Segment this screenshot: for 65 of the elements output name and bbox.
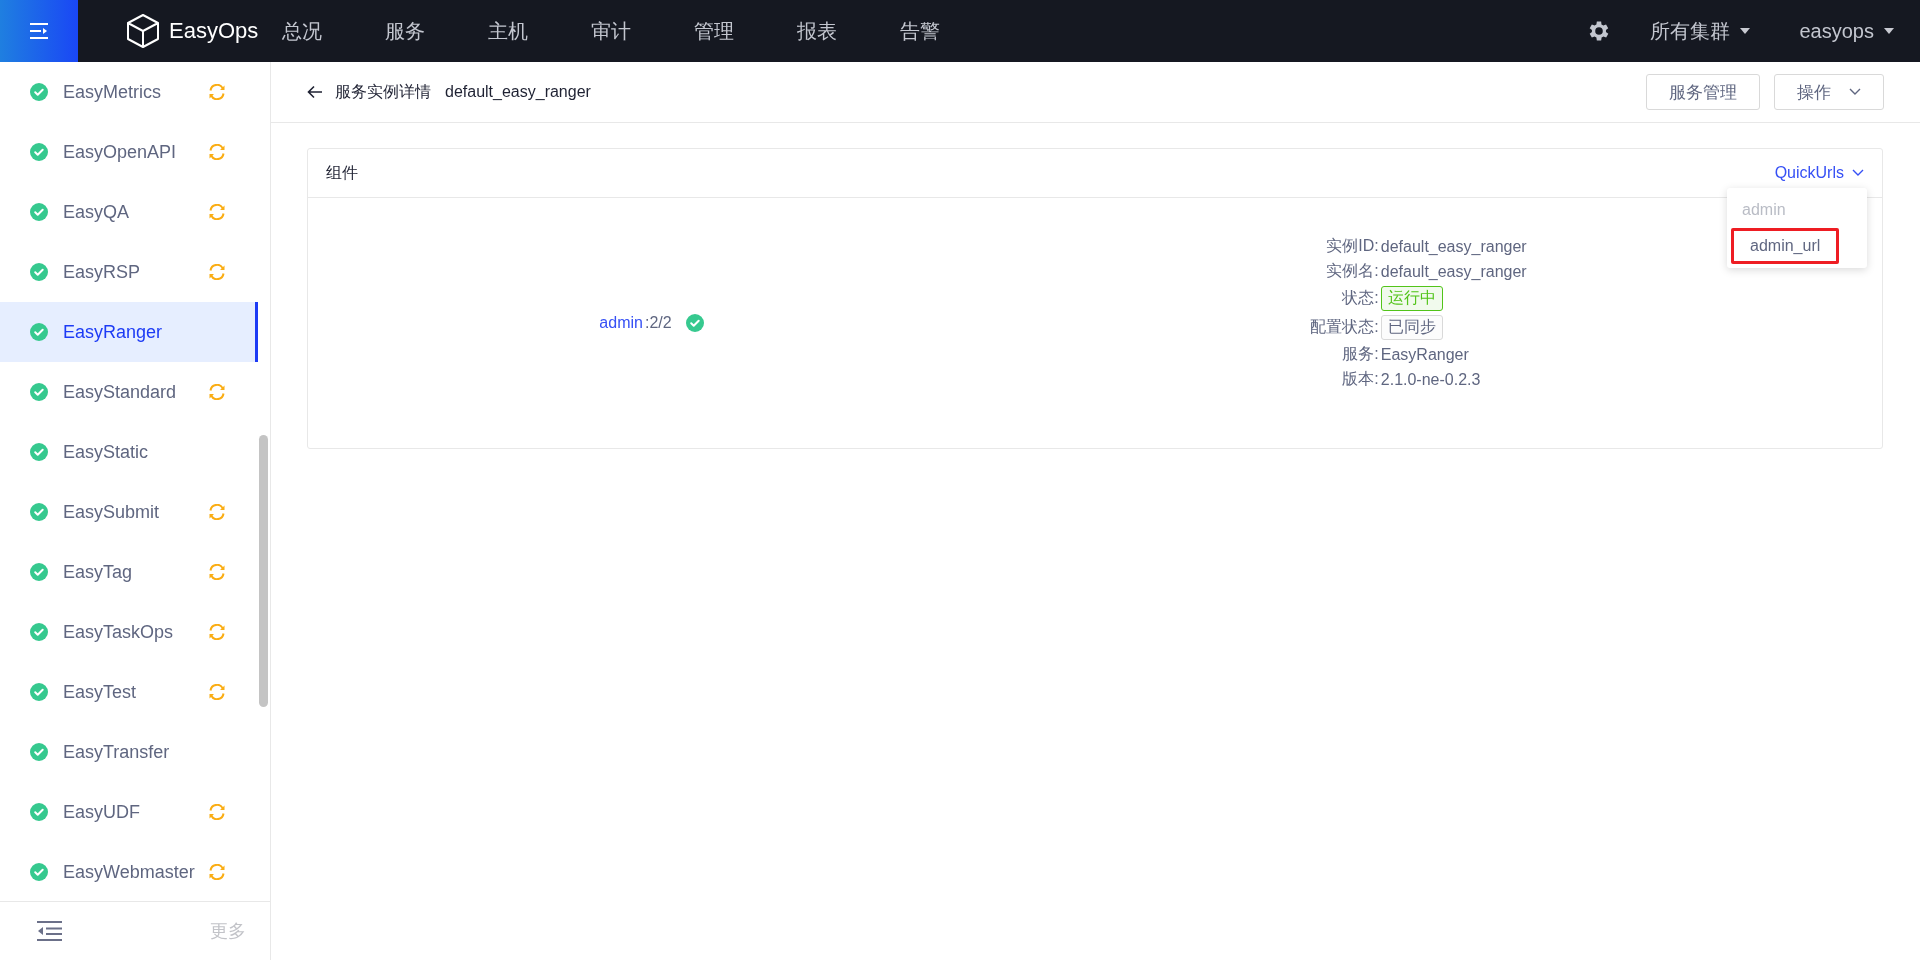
detail-value: default_easy_ranger: [1380, 237, 1527, 256]
sidebar-item[interactable]: EasyUDF: [0, 782, 258, 842]
sync-icon: [208, 864, 226, 880]
sync-icon: [208, 684, 226, 700]
back-arrow-icon[interactable]: [307, 85, 323, 99]
sidebar-item[interactable]: EasySubmit: [0, 482, 258, 542]
nav-item[interactable]: 主机: [456, 17, 560, 45]
component-count: :2/2: [644, 314, 672, 331]
menu-button[interactable]: [0, 0, 78, 62]
sidebar-item[interactable]: EasyRanger: [0, 302, 258, 362]
detail-label: 服务:: [1341, 344, 1379, 364]
sidebar-item[interactable]: EasyStandard: [0, 362, 258, 422]
menu-icon: [29, 22, 49, 40]
status-tag: 已同步: [1380, 315, 1443, 340]
actions-dropdown[interactable]: 操作: [1774, 74, 1884, 110]
card-title: 组件: [326, 162, 358, 183]
collapse-menu-icon[interactable]: [37, 921, 62, 941]
quick-urls-dropdown[interactable]: QuickUrls: [1774, 164, 1864, 182]
detail-label: 配置状态:: [1310, 317, 1379, 337]
menu-item[interactable]: admin_url: [1731, 228, 1840, 264]
user-dropdown[interactable]: easyops: [1799, 19, 1894, 43]
sidebar-item[interactable]: EasyTag: [0, 542, 258, 602]
page-title: 服务实例详情: [335, 81, 431, 102]
sidebar-item[interactable]: EasyRSP: [0, 242, 258, 302]
sync-icon: [208, 144, 226, 160]
cluster-dropdown[interactable]: 所有集群: [1649, 17, 1750, 45]
detail-value: EasyRanger: [1380, 345, 1470, 364]
sync-icon: [208, 384, 226, 400]
nav-item[interactable]: 管理: [662, 17, 766, 45]
nav-item[interactable]: 审计: [559, 17, 663, 45]
nav-item[interactable]: 报表: [765, 17, 869, 45]
chevron-down-icon: [1849, 88, 1861, 96]
caret-icon: [1739, 28, 1750, 34]
chevron-down-icon: [1852, 169, 1864, 177]
sync-icon: [208, 204, 226, 220]
detail-label: 状态:: [1341, 288, 1379, 308]
detail-value: default_easy_ranger: [1380, 262, 1527, 281]
status-tag: 运行中: [1380, 286, 1443, 311]
sidebar-item[interactable]: EasyMetrics: [0, 62, 258, 122]
sync-icon: [208, 624, 226, 640]
cube-icon: [125, 13, 161, 49]
detail-value: 2.1.0-ne-0.2.3: [1380, 370, 1482, 389]
scrollbar-thumb[interactable]: [259, 435, 268, 707]
nav-item[interactable]: 告警: [868, 17, 972, 45]
sidebar-item[interactable]: EasyQA: [0, 182, 258, 242]
sync-icon: [208, 84, 226, 100]
sync-icon: [208, 504, 226, 520]
detail-label: 实例名:: [1325, 261, 1379, 281]
detail-label: 版本:: [1341, 369, 1379, 389]
sidebar-item[interactable]: EasyTaskOps: [0, 602, 258, 662]
sidebar-item[interactable]: EasyTest: [0, 662, 258, 722]
sidebar-item[interactable]: EasyWebmaster: [0, 842, 258, 901]
sync-icon: [208, 564, 226, 580]
instance-name: default_easy_ranger: [445, 83, 591, 101]
component-link[interactable]: admin: [599, 314, 643, 331]
sidebar-item[interactable]: EasyStatic: [0, 422, 258, 482]
sync-icon: [208, 264, 226, 280]
sidebar-item[interactable]: EasyOpenAPI: [0, 122, 258, 182]
nav-item[interactable]: 服务: [353, 17, 457, 45]
sidebar-item[interactable]: EasyTransfer: [0, 722, 258, 782]
sync-icon: [208, 804, 226, 820]
brand-name: EasyOps: [169, 18, 259, 44]
detail-label: 实例ID:: [1325, 236, 1379, 256]
caret-icon: [1884, 28, 1894, 34]
service-manage-button[interactable]: 服务管理: [1646, 74, 1760, 110]
